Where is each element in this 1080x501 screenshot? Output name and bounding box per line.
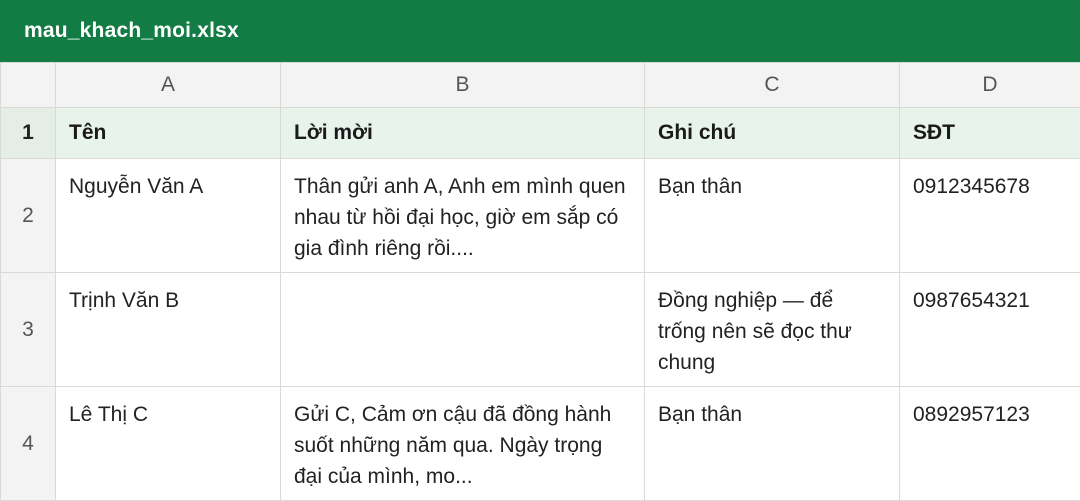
cell-d3[interactable]: 0987654321 (899, 272, 1080, 387)
cell-b2[interactable]: Thân gửi anh A, Anh em mình quen nhau từ… (280, 158, 645, 273)
row-header-4[interactable]: 4 (0, 386, 56, 501)
column-header-a[interactable]: A (55, 62, 281, 108)
cell-a2[interactable]: Nguyễn Văn A (55, 158, 281, 273)
column-header-b[interactable]: B (280, 62, 645, 108)
sheet-table: A B C D 1 Tên Lời mời Ghi chú SĐT 2 Nguy… (0, 62, 1080, 501)
header-row: 1 Tên Lời mời Ghi chú SĐT (0, 107, 1080, 159)
cell-d4[interactable]: 0892957123 (899, 386, 1080, 501)
cell-d2[interactable]: 0912345678 (899, 158, 1080, 273)
column-header-c[interactable]: C (644, 62, 900, 108)
cell-d1[interactable]: SĐT (899, 107, 1080, 159)
table-row: 4 Lê Thị C Gửi C, Cảm ơn cậu đã đồng hàn… (0, 386, 1080, 501)
spreadsheet-grid: A B C D 1 Tên Lời mời Ghi chú SĐT 2 Nguy… (0, 62, 1080, 501)
cell-b3[interactable] (280, 272, 645, 387)
cell-a1[interactable]: Tên (55, 107, 281, 159)
table-row: 3 Trịnh Văn B Đồng nghiệp — để trống nên… (0, 272, 1080, 387)
row-header-1[interactable]: 1 (0, 107, 56, 159)
row-header-2[interactable]: 2 (0, 158, 56, 273)
select-all-corner[interactable] (0, 62, 56, 108)
table-row: 2 Nguyễn Văn A Thân gửi anh A, Anh em mì… (0, 158, 1080, 273)
column-header-row: A B C D (0, 62, 1080, 108)
cell-a4[interactable]: Lê Thị C (55, 386, 281, 501)
cell-c3[interactable]: Đồng nghiệp — để trống nên sẽ đọc thư ch… (644, 272, 900, 387)
column-header-d[interactable]: D (899, 62, 1080, 108)
row-header-3[interactable]: 3 (0, 272, 56, 387)
cell-c4[interactable]: Bạn thân (644, 386, 900, 501)
cell-c1[interactable]: Ghi chú (644, 107, 900, 159)
cell-b1[interactable]: Lời mời (280, 107, 645, 159)
window-title: mau_khach_moi.xlsx (0, 0, 1080, 62)
cell-c2[interactable]: Bạn thân (644, 158, 900, 273)
cell-b4[interactable]: Gửi C, Cảm ơn cậu đã đồng hành suốt nhữn… (280, 386, 645, 501)
cell-a3[interactable]: Trịnh Văn B (55, 272, 281, 387)
